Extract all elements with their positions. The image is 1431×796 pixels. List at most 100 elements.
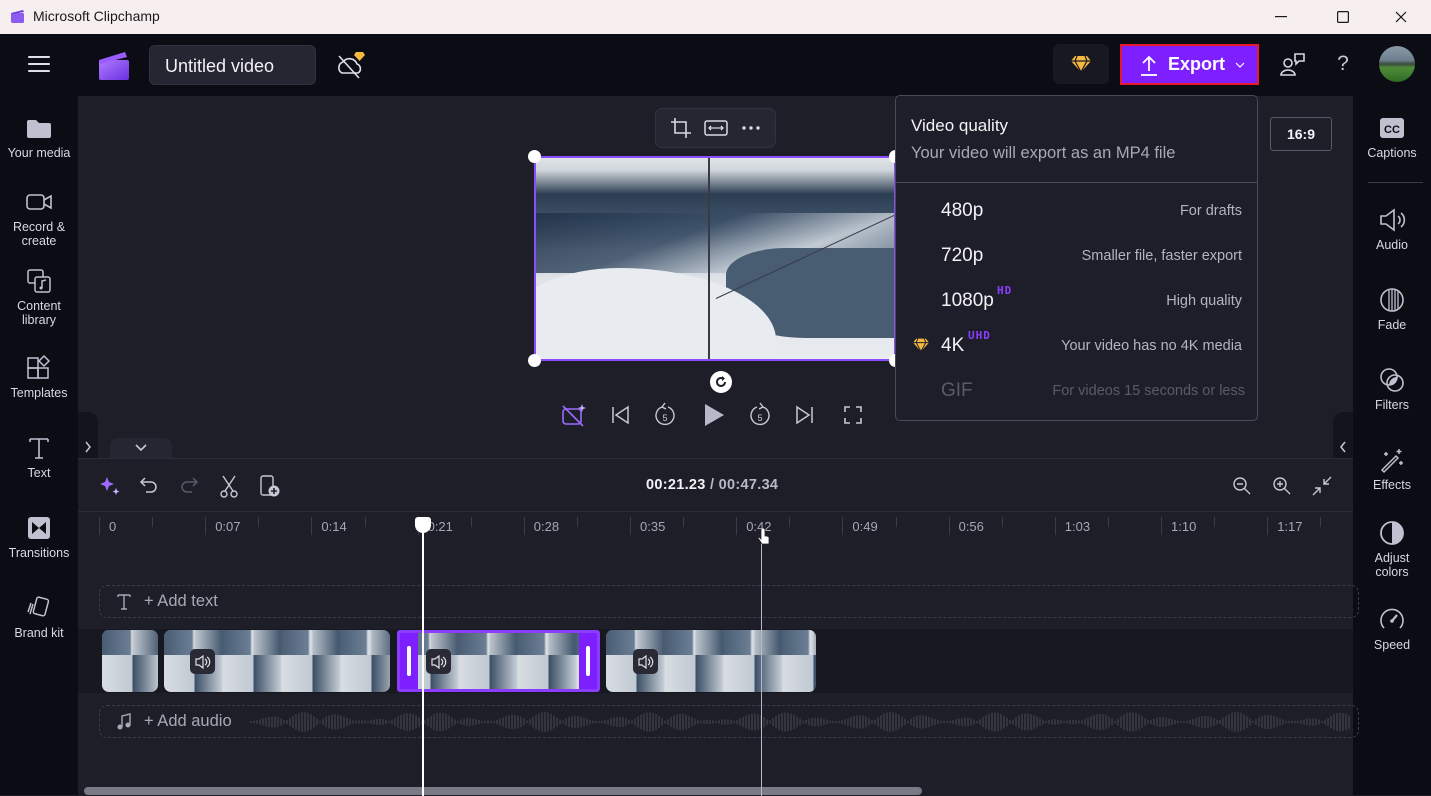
quality-option-720p[interactable]: 720p Smaller file, faster export — [896, 235, 1257, 280]
sidebar-item-audio[interactable]: Audio — [1353, 206, 1431, 252]
minimize-icon — [1275, 16, 1287, 18]
sidebar-item-transitions[interactable]: Transitions — [0, 514, 78, 560]
sidebar-item-fade[interactable]: Fade — [1353, 286, 1431, 332]
ruler-label: 0:49 — [852, 519, 878, 534]
video-clip[interactable] — [606, 630, 816, 692]
redo-icon — [181, 477, 199, 493]
video-preview[interactable] — [534, 156, 896, 361]
sidebar-item-adjust-colors[interactable]: Adjust colors — [1353, 519, 1431, 579]
fit-timeline-button[interactable] — [1310, 473, 1334, 499]
redo-button[interactable] — [177, 473, 201, 499]
collapse-timeline-button[interactable] — [110, 438, 172, 458]
timeline-ruler[interactable]: 0 0:07 0:14 0:21 0:28 0:35 0:42 0:49 0:56 1:03 1:1… — [78, 511, 1353, 541]
sidebar-item-templates[interactable]: Templates — [0, 354, 78, 400]
ai-camera-icon — [562, 404, 586, 427]
sidebar-item-effects[interactable]: Effects — [1353, 446, 1431, 492]
share-feedback-icon[interactable] — [1279, 51, 1307, 79]
rewind-5-icon: 5 — [655, 402, 675, 426]
quality-option-4k[interactable]: 4K UHD Your video has no 4K media — [896, 325, 1257, 370]
fullscreen-button[interactable] — [839, 400, 867, 430]
zoom-out-button[interactable] — [1230, 473, 1254, 499]
magic-button[interactable] — [98, 473, 122, 499]
minimize-button[interactable] — [1258, 0, 1304, 34]
zoom-in-button[interactable] — [1270, 473, 1294, 499]
user-avatar[interactable] — [1379, 46, 1415, 82]
add-text-track[interactable]: + Add text — [99, 585, 1359, 618]
more-icon[interactable] — [741, 125, 761, 131]
skip-forward-button[interactable] — [791, 400, 819, 430]
speaker-icon — [637, 654, 653, 669]
rewind-5-button[interactable]: 5 — [651, 400, 679, 430]
speaker-icon — [430, 654, 446, 669]
folder-icon — [27, 120, 51, 138]
cloud-off-premium-icon[interactable] — [334, 49, 366, 81]
undo-button[interactable] — [137, 473, 161, 499]
fit-icon[interactable] — [704, 119, 729, 137]
ruler-tick — [1054, 517, 1056, 535]
video-clip-selected[interactable] — [397, 630, 600, 692]
ruler-tick — [99, 517, 100, 535]
preview-toolbar — [655, 108, 776, 148]
quality-option-1080p[interactable]: 1080p HD High quality — [896, 280, 1257, 325]
sidebar-item-captions[interactable]: CC Captions — [1353, 114, 1431, 160]
premium-button[interactable] — [1053, 44, 1109, 84]
ruler-minor-tick — [576, 517, 578, 527]
close-button[interactable] — [1378, 0, 1424, 34]
aspect-ratio-button[interactable]: 16:9 — [1270, 117, 1332, 151]
add-audio-track[interactable]: + Add audio — [99, 705, 1359, 738]
maximize-icon — [1337, 11, 1349, 23]
ruler-label: 0:14 — [321, 519, 347, 534]
add-clip-button[interactable] — [258, 473, 282, 499]
clip-audio-badge[interactable] — [190, 649, 215, 674]
hamburger-icon[interactable] — [28, 55, 50, 73]
ruler-minor-tick — [470, 517, 472, 527]
undo-icon — [139, 477, 157, 493]
ruler-minor-tick — [1320, 517, 1322, 527]
help-button[interactable]: ? — [1330, 52, 1356, 80]
diamond-icon — [1071, 55, 1091, 74]
zoom-in-icon — [1273, 477, 1291, 495]
ruler-label: 0 — [109, 519, 117, 534]
sidebar-item-filters[interactable]: Filters — [1353, 366, 1431, 412]
sidebar-item-speed[interactable]: Speed — [1353, 606, 1431, 652]
sidebar-item-content-library[interactable]: Content library — [0, 267, 78, 327]
sidebar-item-text[interactable]: Text — [0, 434, 78, 480]
forward-5-button[interactable]: 5 — [746, 400, 774, 430]
hand-cursor-icon — [757, 529, 770, 545]
add-text-label: + Add text — [144, 592, 218, 610]
ai-camera-button[interactable] — [560, 400, 588, 430]
window-titlebar: Microsoft Clipchamp — [0, 0, 1431, 34]
playhead-handle[interactable] — [415, 517, 431, 533]
clip-trim-handle-right[interactable] — [579, 633, 597, 689]
sidebar-item-brand-kit[interactable]: Brand kit — [0, 594, 78, 640]
project-title-input[interactable]: Untitled video — [149, 45, 316, 85]
playhead[interactable] — [415, 517, 431, 796]
maximize-button[interactable] — [1320, 0, 1366, 34]
hover-indicator — [761, 535, 762, 796]
uhd-badge: UHD — [968, 329, 991, 342]
total-time: 00:47.34 — [718, 477, 779, 493]
ruler-tick — [523, 517, 525, 535]
resize-handle-bottom-left[interactable] — [528, 354, 541, 367]
video-clip[interactable] — [102, 630, 158, 692]
contrast-icon — [1380, 521, 1404, 545]
sidebar-item-your-media[interactable]: Your media — [0, 114, 78, 160]
sidebar-item-record-create[interactable]: Record & create — [0, 188, 78, 248]
play-button[interactable] — [700, 400, 728, 430]
clip-audio-badge[interactable] — [633, 649, 658, 674]
forward-5-icon: 5 — [750, 402, 770, 426]
crop-icon[interactable] — [670, 117, 692, 139]
clip-trim-handle-left[interactable] — [400, 633, 418, 689]
rotate-handle[interactable] — [710, 371, 732, 393]
export-button[interactable]: Export — [1120, 44, 1259, 85]
ruler-label: 1:03 — [1064, 519, 1091, 534]
video-clip[interactable] — [164, 630, 390, 692]
split-button[interactable] — [217, 473, 241, 499]
resize-handle-top-left[interactable] — [528, 150, 541, 163]
clip-audio-badge[interactable] — [426, 649, 451, 674]
ruler-minor-tick — [1107, 517, 1109, 527]
skip-back-button[interactable] — [606, 400, 634, 430]
timeline-horizontal-scrollbar[interactable] — [84, 787, 922, 795]
video-track — [78, 629, 1353, 693]
quality-option-480p[interactable]: 480p For drafts — [896, 190, 1257, 235]
